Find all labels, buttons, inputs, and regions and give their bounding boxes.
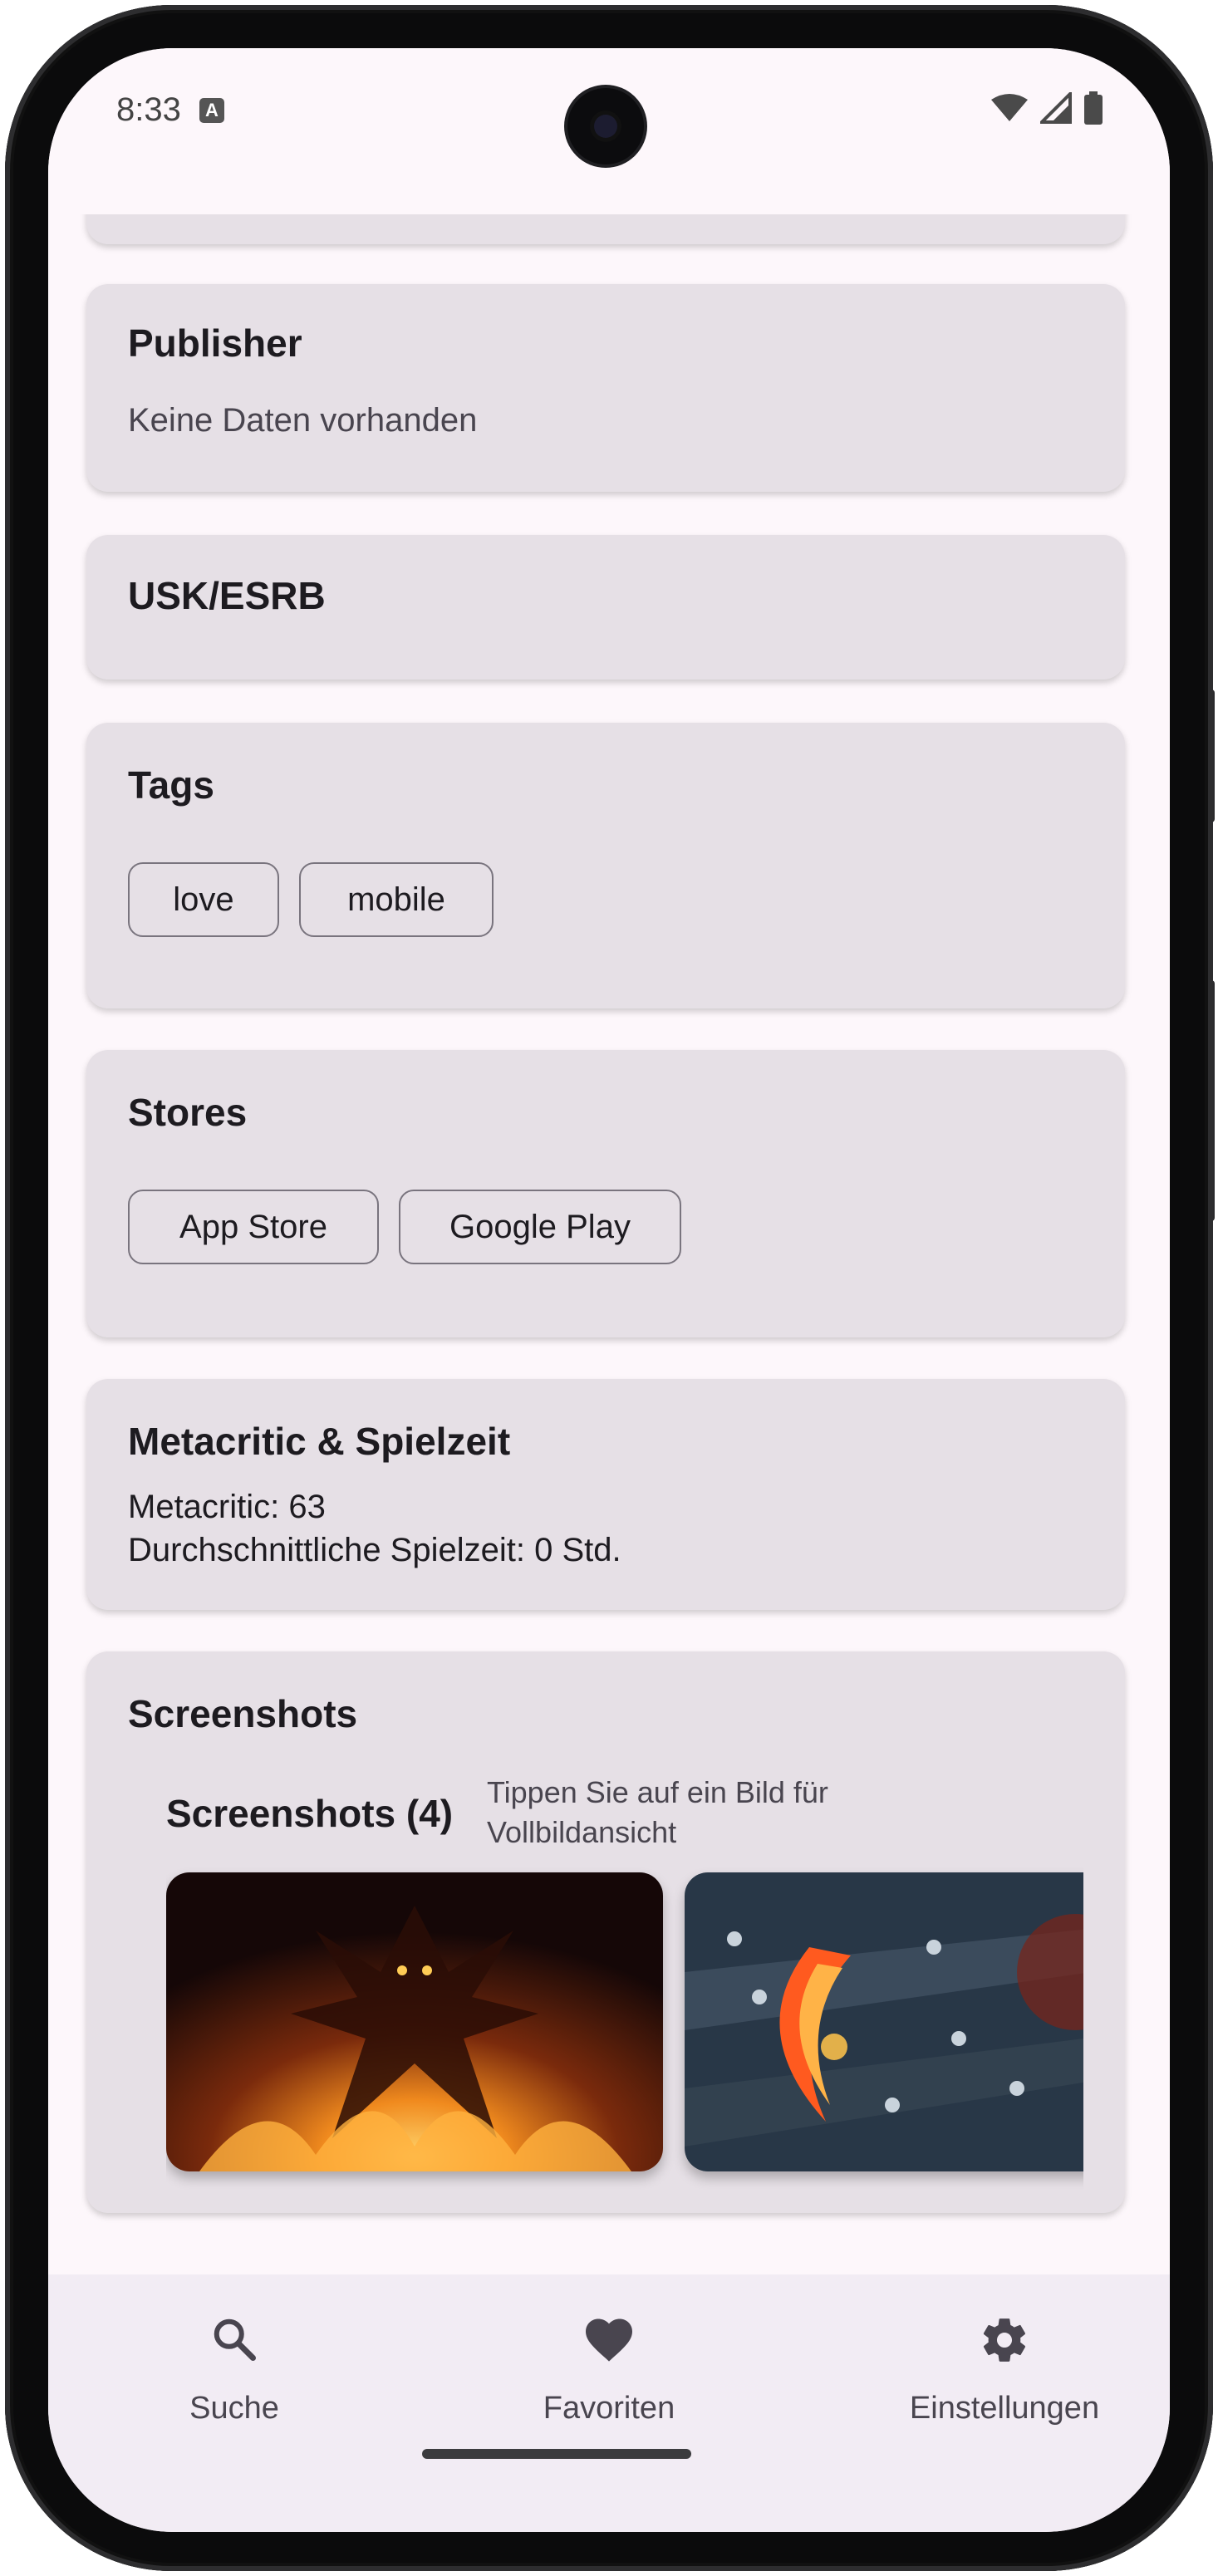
detail-content[interactable]: Publisher Keine Daten vorhanden USK/ESRB… [48,48,1170,2274]
signal-icon [1040,92,1072,124]
status-time: 8:33 [116,91,181,128]
gear-icon [983,2318,1026,2362]
nav-label-settings: Einstellungen [909,2391,1100,2426]
nav-item-search[interactable]: Suche [110,2274,359,2441]
screenshot-carousel[interactable] [166,48,1083,2274]
home-indicator[interactable] [422,2449,691,2459]
screen: 8:33 A Publisher Keine Daten vorhanden U… [48,48,1170,2532]
front-camera [567,88,644,164]
nav-item-favorites[interactable]: Favoriten [484,2274,734,2441]
heart-icon [586,2318,632,2362]
bottom-navigation: Suche Favoriten Einstellungen [48,2274,1170,2532]
screenshot-thumbnail[interactable] [166,1872,663,2171]
status-icons [990,91,1103,125]
wifi-icon [991,94,1028,121]
battery-icon [1084,91,1103,125]
nav-item-settings[interactable]: Einstellungen [863,2274,1146,2441]
nav-label-favorites: Favoriten [543,2391,675,2426]
notification-a-icon: A [199,98,224,123]
screenshot-thumbnail[interactable] [685,1872,1083,2171]
status-bar: 8:33 A [48,48,1170,214]
nav-label-search: Suche [189,2391,279,2426]
search-icon [214,2318,256,2361]
phone-device: 8:33 A Publisher Keine Daten vorhanden U… [0,0,1218,2576]
